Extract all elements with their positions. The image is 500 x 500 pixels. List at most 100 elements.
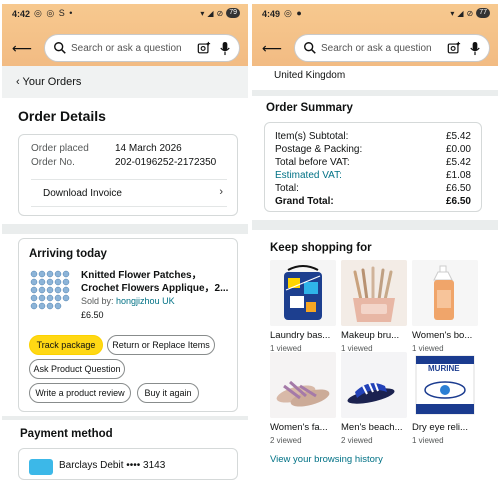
tile-viewed-count: 2 viewed	[270, 436, 302, 445]
tile-title: Makeup bru...	[341, 330, 400, 341]
search-input[interactable]	[71, 41, 181, 55]
wifi-icon: ▾	[200, 8, 205, 18]
camera-icon[interactable]	[197, 41, 211, 55]
left-phone-screen: 4:42 ◎ ◎ S • ▾ ◢ ⊘ 79 ⟵ ‹ Your Orders Or…	[2, 4, 248, 500]
summary-value: £1.08	[445, 170, 471, 181]
app-header: 4:49 ◎ ● ▾ ◢ ⊘ 77 ⟵	[252, 4, 498, 66]
debit-card-icon	[29, 459, 53, 475]
tile-title: Women's fa...	[270, 422, 328, 433]
ask-product-question-button[interactable]: Ask Product Question	[29, 359, 125, 379]
order-number-label: Order No.	[31, 157, 75, 168]
status-time: 4:42	[12, 9, 31, 19]
summary-row-total: Total: £6.50	[275, 183, 471, 196]
right-phone-screen: 4:49 ◎ ● ▾ ◢ ⊘ 77 ⟵ United Kingdom Order…	[252, 4, 498, 500]
write-review-button[interactable]: Write a product review	[29, 383, 131, 403]
payment-title: Payment method	[20, 428, 113, 440]
dnd-icon: ⊘	[466, 8, 474, 18]
order-details-title: Order Details	[18, 108, 106, 124]
wifi-icon: ▾	[450, 8, 455, 18]
arriving-card: Arriving today Knitted Flower Patches，Cr…	[18, 238, 238, 412]
summary-label: Postage & Packing:	[275, 144, 363, 155]
search-input[interactable]	[321, 41, 431, 55]
address-country: United Kingdom	[274, 70, 346, 81]
keep-shopping-title: Keep shopping for	[270, 242, 372, 254]
download-invoice-label: Download Invoice	[43, 188, 122, 199]
summary-value: £5.42	[445, 157, 471, 168]
microphone-icon[interactable]	[469, 41, 481, 56]
back-arrow-icon[interactable]: ⟵	[262, 40, 282, 57]
tile-title: Women's bo...	[412, 330, 473, 341]
address-section: United Kingdom	[252, 66, 498, 90]
summary-label: Item(s) Subtotal:	[275, 131, 349, 142]
summary-label: Total before VAT:	[275, 157, 350, 168]
order-summary-title: Order Summary	[266, 102, 353, 114]
system-icons: ▾ ◢ ⊘ 79	[200, 8, 240, 18]
estimated-vat-link[interactable]: Estimated VAT:	[275, 170, 342, 181]
summary-row-vat: Estimated VAT: £1.08	[275, 170, 471, 183]
signal-icon: ◢	[457, 8, 464, 18]
summary-value: £5.42	[445, 131, 471, 142]
summary-row-subtotal: Item(s) Subtotal: £5.42	[275, 131, 471, 144]
status-bar: 4:42 ◎ ◎ S • ▾ ◢ ⊘ 79	[2, 4, 248, 24]
app-header: 4:42 ◎ ◎ S • ▾ ◢ ⊘ 79 ⟵	[2, 4, 248, 66]
tile-viewed-count: 1 viewed	[412, 436, 444, 445]
womens-sandals-image	[270, 352, 336, 418]
sold-by-label: Sold by:	[81, 296, 117, 306]
payment-card-row: Barclays Debit •••• 3143	[18, 448, 238, 480]
summary-label: Total:	[275, 183, 299, 194]
system-icons: ▾ ◢ ⊘ 77	[450, 8, 490, 18]
order-number-value: 202-0196252-2172350	[115, 157, 217, 168]
browsing-history-link[interactable]: View your browsing history	[270, 454, 383, 465]
summary-value: £6.50	[445, 196, 471, 207]
status-time: 4:49	[262, 9, 281, 19]
eye-drops-brand-text: MURINE	[428, 364, 460, 373]
tile-viewed-count: 2 viewed	[341, 436, 373, 445]
breadcrumb-bar: ‹ Your Orders	[2, 66, 248, 98]
search-bar[interactable]	[294, 34, 490, 62]
product-title[interactable]: Knitted Flower Patches，Crochet Flowers A…	[81, 269, 231, 295]
arriving-section: Arriving today Knitted Flower Patches，Cr…	[2, 234, 248, 416]
summary-row-grand-total: Grand Total: £6.50	[275, 196, 471, 209]
keep-shopping-section: Keep shopping for Laundry bas... 1 viewe…	[252, 230, 498, 500]
tile-title: Dry eye reli...	[412, 422, 468, 433]
summary-value: £6.50	[445, 183, 471, 194]
eye-drops-box-icon	[415, 355, 475, 415]
chevron-right-icon: ›	[219, 186, 223, 198]
summary-value: £0.00	[445, 144, 471, 155]
sold-by: Sold by: hongjizhou UK	[81, 296, 175, 306]
summary-row-total-before-vat: Total before VAT: £5.42	[275, 157, 471, 170]
makeup-brushes-image	[341, 260, 407, 326]
dnd-icon: ⊘	[216, 8, 224, 18]
tile-title: Laundry bas...	[270, 330, 331, 341]
product-thumbnail[interactable]	[29, 269, 71, 311]
buy-again-button[interactable]: Buy it again	[137, 383, 199, 403]
battery-icon: 77	[476, 8, 490, 18]
back-arrow-icon[interactable]: ⟵	[12, 40, 32, 57]
notification-icons: ◎ ●	[284, 8, 303, 18]
order-summary-section: Order Summary Item(s) Subtotal: £5.42 Po…	[252, 96, 498, 220]
return-replace-button[interactable]: Return or Replace Items	[107, 335, 215, 355]
body-spray-image	[412, 260, 478, 326]
mens-sliders-image	[341, 352, 407, 418]
summary-label: Grand Total:	[275, 196, 334, 207]
notification-icons: ◎ ◎ S •	[34, 8, 74, 18]
signal-icon: ◢	[207, 8, 214, 18]
summary-row-postage: Postage & Packing: £0.00	[275, 144, 471, 157]
microphone-icon[interactable]	[219, 41, 231, 56]
arriving-title: Arriving today	[29, 248, 107, 260]
order-placed-value: 14 March 2026	[115, 143, 182, 154]
seller-link[interactable]: hongjizhou UK	[116, 296, 175, 306]
breadcrumb-your-orders[interactable]: ‹ Your Orders	[16, 76, 81, 88]
battery-icon: 79	[226, 8, 240, 18]
track-package-button[interactable]: Track package	[29, 335, 103, 355]
product-price: £6.50	[81, 310, 104, 320]
order-info-card: Order placed 14 March 2026 Order No. 202…	[18, 134, 238, 216]
laundry-basket-image	[270, 260, 336, 326]
search-bar[interactable]	[44, 34, 240, 62]
order-details-section: Order Details Order placed 14 March 2026…	[2, 98, 248, 224]
search-icon	[304, 42, 316, 54]
download-invoice-row[interactable]: Download Invoice ›	[31, 179, 227, 207]
payment-card-text: Barclays Debit •••• 3143	[59, 460, 166, 471]
camera-icon[interactable]	[447, 41, 461, 55]
order-summary-card: Item(s) Subtotal: £5.42 Postage & Packin…	[264, 122, 482, 212]
